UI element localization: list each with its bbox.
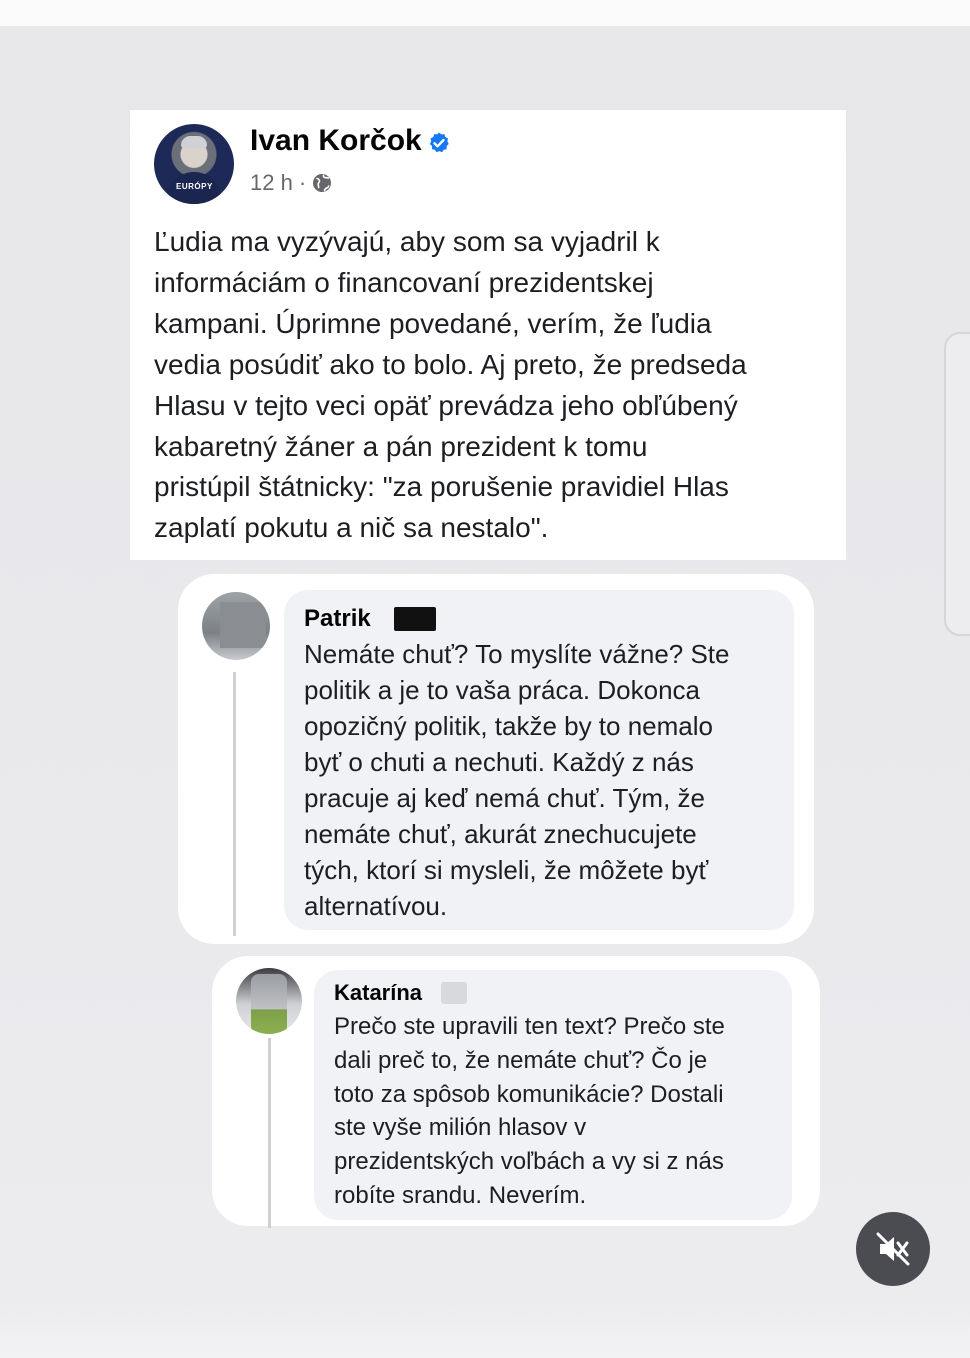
thread-line <box>268 1038 271 1228</box>
post-card: EURÓPY Ivan Korčok 12 h · Ľudia ma vyzýv… <box>130 110 846 560</box>
verified-badge-icon <box>429 132 449 153</box>
redaction-block <box>394 607 436 631</box>
avatar-badge-text: EURÓPY <box>176 182 213 191</box>
comment-text: Nemáte chuť? To myslíte vážne? Ste polit… <box>304 639 730 921</box>
post-meta: 12 h · <box>250 168 332 198</box>
author-name[interactable]: Ivan Korčok <box>250 124 422 158</box>
comment-bubble: Patrik Nemáte chuť? To myslíte vážne? St… <box>284 590 794 930</box>
top-bar <box>0 0 970 26</box>
author-avatar[interactable]: EURÓPY <box>154 124 234 204</box>
thread-line <box>233 672 236 936</box>
reply-author-name[interactable]: Katarína <box>334 979 422 1007</box>
post-body-text: Ľudia ma vyzývajú, aby som sa vyjadril k… <box>154 226 747 544</box>
side-scroll-handle[interactable] <box>944 332 970 636</box>
reply-bubble: Katarína Prečo ste upravili ten text? Pr… <box>314 970 792 1220</box>
commenter-avatar[interactable] <box>202 592 270 660</box>
reply-text: Prečo ste upravili ten text? Prečo ste d… <box>334 1013 725 1209</box>
meta-separator: · <box>298 170 307 195</box>
avatar-image <box>220 602 266 648</box>
post-time[interactable]: 12 h <box>250 168 293 198</box>
commenter-name[interactable]: Patrik <box>304 604 371 634</box>
speaker-muted-icon <box>876 1232 910 1266</box>
avatar-image <box>251 974 287 1034</box>
mute-button[interactable] <box>856 1212 930 1286</box>
reply-avatar[interactable] <box>236 968 302 1034</box>
globe-icon <box>313 174 332 192</box>
avatar-hair <box>181 136 207 148</box>
blurred-surname <box>441 982 467 1004</box>
